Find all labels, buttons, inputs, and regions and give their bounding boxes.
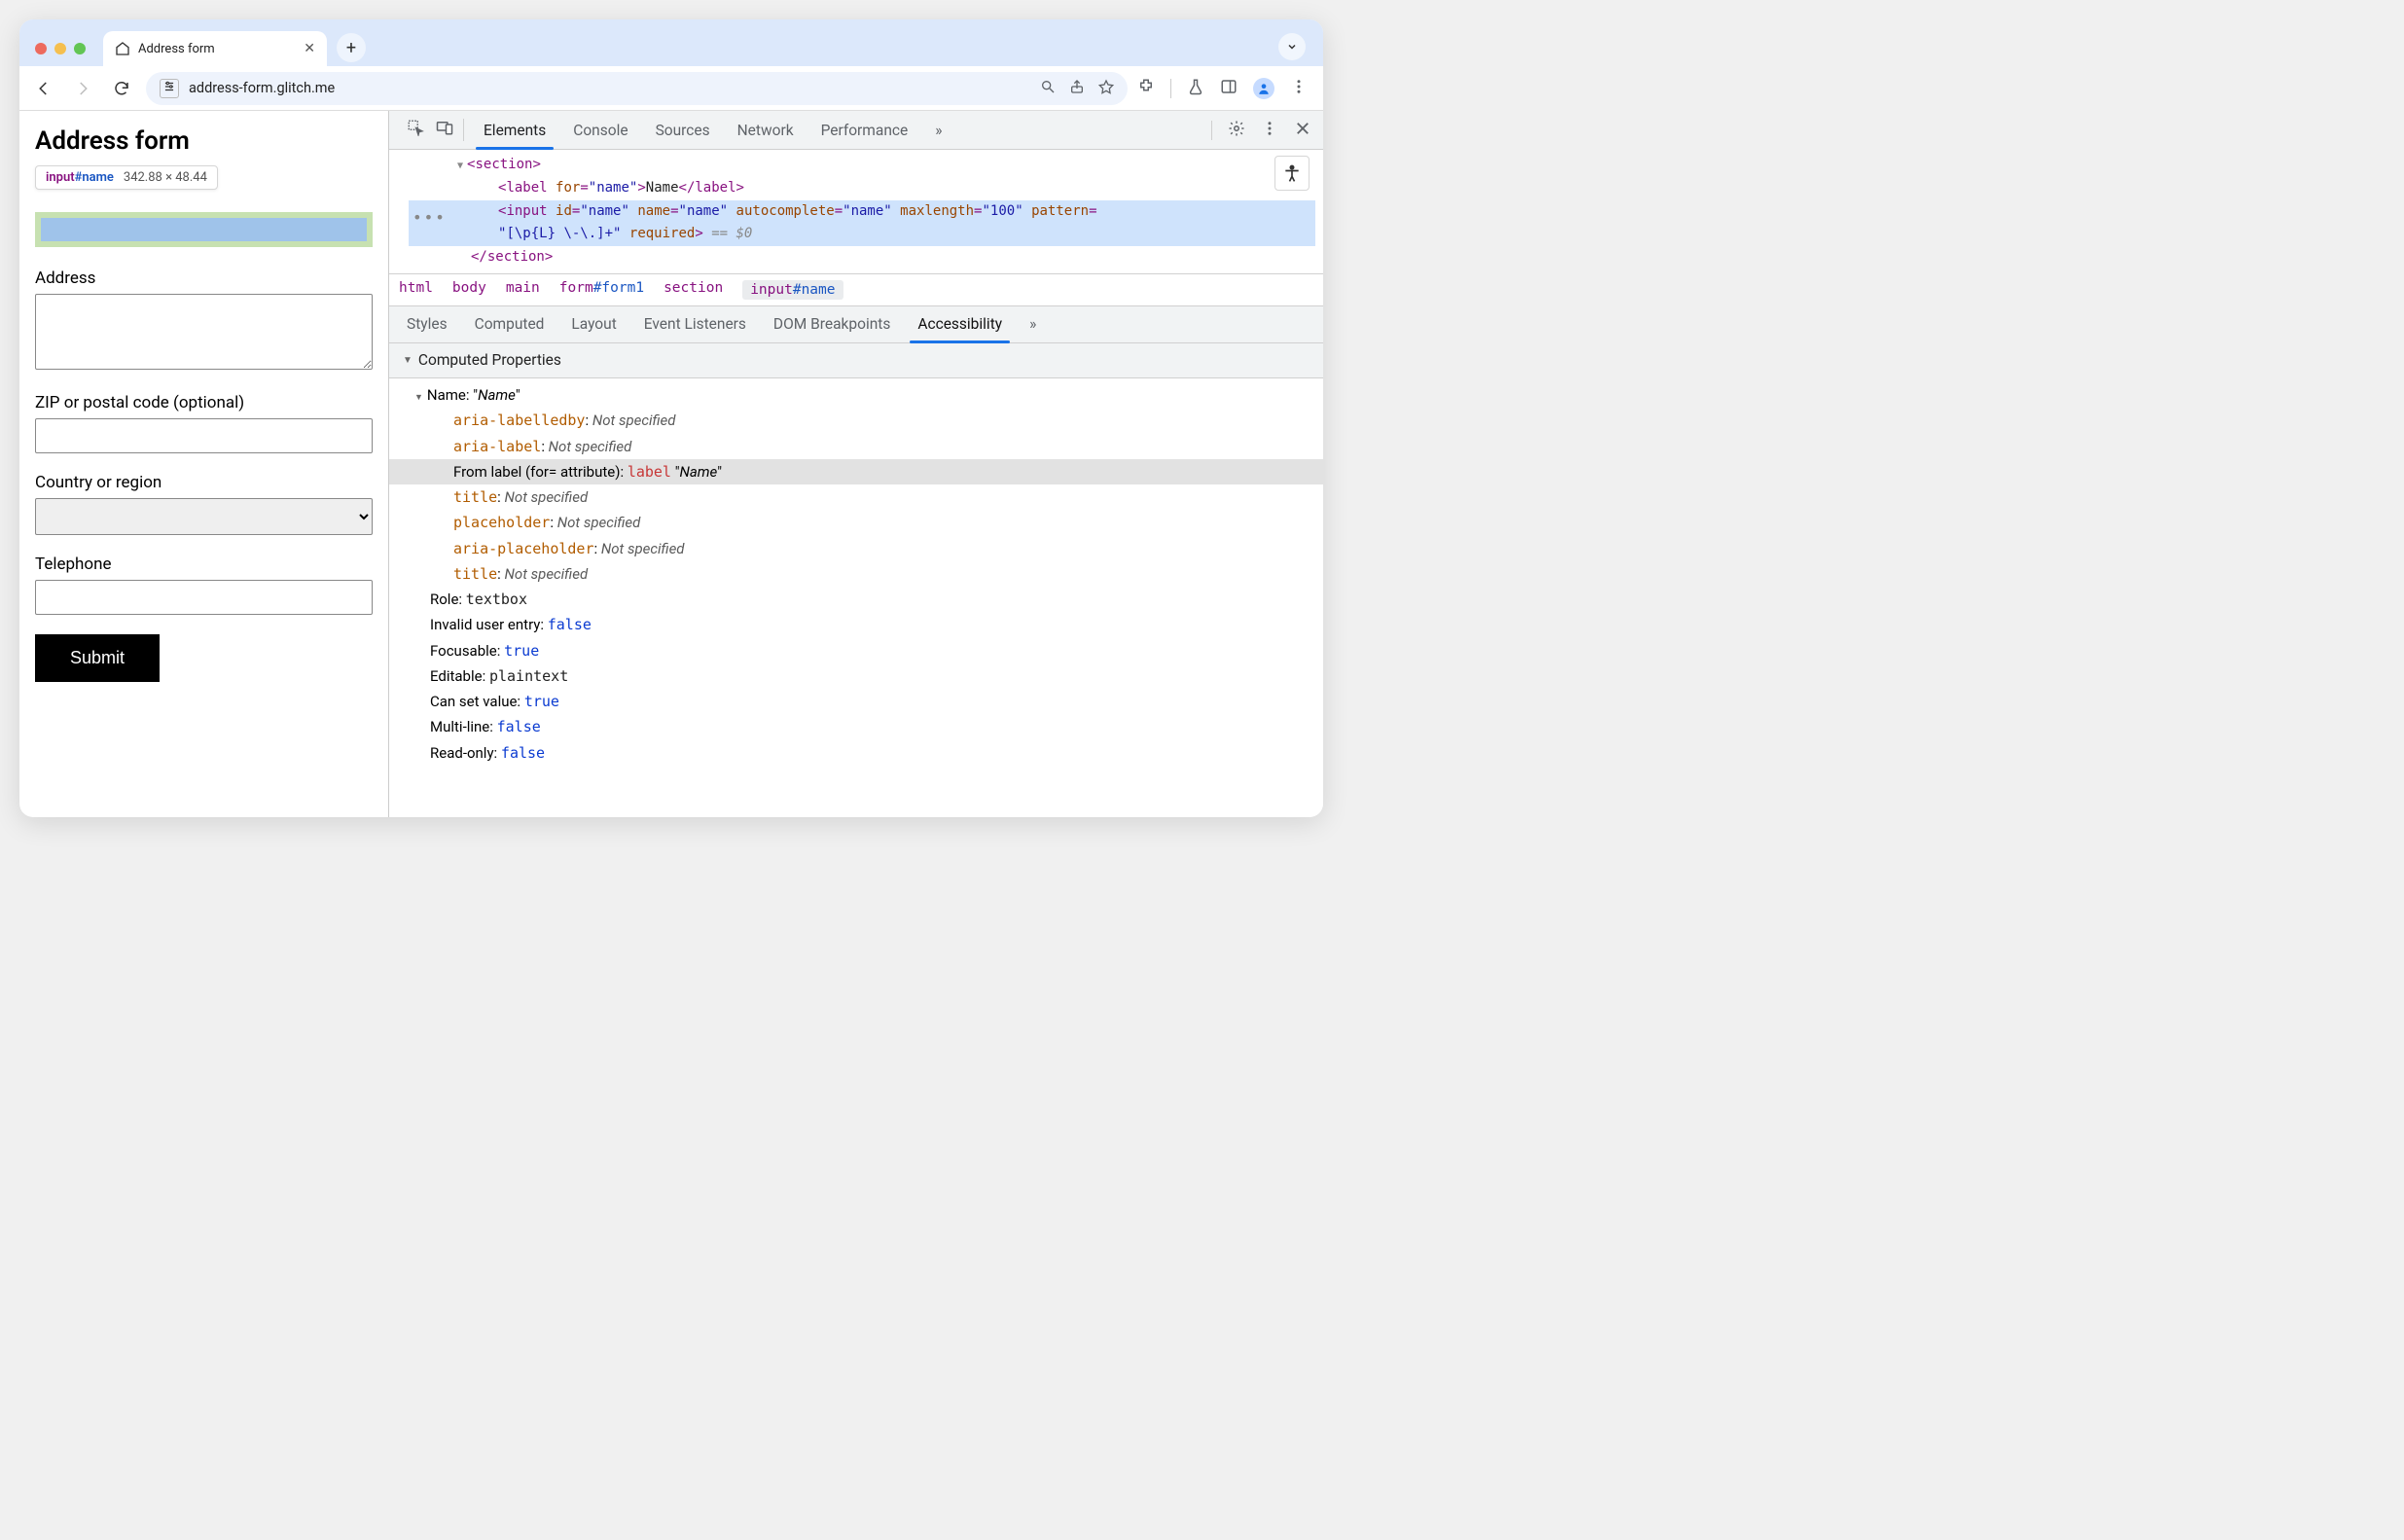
- chrome-actions: [1137, 78, 1313, 99]
- zip-label: ZIP or postal code (optional): [35, 393, 373, 412]
- computed-properties-header[interactable]: ▼ Computed Properties: [389, 343, 1323, 378]
- page-content: Address form input#name 342.88 × 48.44 A…: [19, 111, 389, 817]
- address-bar[interactable]: address-form.glitch.me: [146, 72, 1128, 105]
- tooltip-element-tag: input: [46, 170, 75, 185]
- dom-node-label[interactable]: <label for="name">Name</label>: [409, 177, 1315, 200]
- crumb-section[interactable]: section: [664, 280, 723, 300]
- dom-node-section-open[interactable]: <section>: [409, 154, 1315, 177]
- tabs-dropdown-button[interactable]: [1278, 33, 1306, 60]
- subtab-dom-breakpoints[interactable]: DOM Breakpoints: [760, 306, 904, 342]
- tab-performance[interactable]: Performance: [807, 111, 922, 149]
- a11y-role: Role: textbox: [389, 587, 1323, 612]
- tooltip-element-id: #name: [75, 170, 114, 185]
- close-window-button[interactable]: [35, 43, 47, 54]
- dom-tree[interactable]: <section> <label for="name">Name</label>…: [389, 150, 1323, 273]
- devtools-settings-icon[interactable]: [1228, 120, 1245, 141]
- accessibility-float-button[interactable]: [1274, 156, 1310, 191]
- back-button[interactable]: [29, 74, 58, 103]
- a11y-property-row: Multi-line: false: [389, 714, 1323, 739]
- a11y-property-row: Read-only: false: [389, 740, 1323, 766]
- site-settings-icon[interactable]: [160, 79, 179, 98]
- labs-icon[interactable]: [1187, 78, 1204, 99]
- address-textarea[interactable]: [35, 294, 373, 370]
- crumb-main[interactable]: main: [506, 280, 540, 300]
- page-title: Address form: [35, 126, 373, 156]
- minimize-window-button[interactable]: [54, 43, 66, 54]
- submit-button[interactable]: Submit: [35, 634, 160, 682]
- a11y-title-1: title: Not specified: [389, 484, 1323, 510]
- a11y-property-row: Can set value: true: [389, 689, 1323, 714]
- tab-title: Address form: [138, 42, 215, 56]
- profile-avatar[interactable]: [1253, 78, 1274, 99]
- bookmark-star-icon[interactable]: [1098, 79, 1114, 98]
- a11y-property-row: Focusable: true: [389, 638, 1323, 663]
- a11y-property-row: Invalid user entry: false: [389, 612, 1323, 637]
- maximize-window-button[interactable]: [74, 43, 86, 54]
- dom-node-input-selected[interactable]: ••• <input id="name" name="name" autocom…: [409, 200, 1315, 247]
- inspected-element-highlight: [35, 212, 373, 247]
- a11y-from-label: From label (for= attribute): label "Name…: [389, 459, 1323, 484]
- a11y-aria-labelledby: aria-labelledby: Not specified: [389, 408, 1323, 433]
- inspect-element-icon[interactable]: [407, 119, 424, 140]
- devtools-menu-icon[interactable]: [1261, 120, 1278, 141]
- toolbar-divider: [1211, 121, 1212, 140]
- tab-console[interactable]: Console: [559, 111, 641, 149]
- telephone-input[interactable]: [35, 580, 373, 615]
- subtab-computed[interactable]: Computed: [461, 306, 558, 342]
- new-tab-button[interactable]: +: [337, 33, 366, 62]
- a11y-title-2: title: Not specified: [389, 561, 1323, 587]
- tab-sources[interactable]: Sources: [642, 111, 724, 149]
- crumb-input[interactable]: input#name: [742, 280, 843, 300]
- telephone-label: Telephone: [35, 555, 373, 574]
- forward-button[interactable]: [68, 74, 97, 103]
- subtab-layout[interactable]: Layout: [557, 306, 629, 342]
- a11y-aria-placeholder: aria-placeholder: Not specified: [389, 536, 1323, 561]
- subtab-event-listeners[interactable]: Event Listeners: [630, 306, 760, 342]
- toolbar-divider: [1170, 79, 1171, 98]
- subtab-styles[interactable]: Styles: [393, 306, 461, 342]
- dom-node-section-close[interactable]: </section>: [409, 246, 1315, 269]
- zip-input[interactable]: [35, 418, 373, 453]
- subtab-accessibility[interactable]: Accessibility: [904, 306, 1016, 342]
- tab-elements[interactable]: Elements: [470, 111, 559, 149]
- country-label: Country or region: [35, 473, 373, 492]
- a11y-aria-label: aria-label: Not specified: [389, 434, 1323, 459]
- tab-close-icon[interactable]: ✕: [304, 41, 315, 56]
- zoom-icon[interactable]: [1040, 79, 1056, 98]
- tooltip-dimensions: 342.88 × 48.44: [124, 170, 207, 185]
- inspect-tooltip: input#name 342.88 × 48.44: [35, 165, 218, 190]
- tab-more[interactable]: »: [921, 111, 955, 149]
- device-toolbar-icon[interactable]: [436, 119, 453, 140]
- dom-breadcrumb: html body main form#form1 section input#…: [389, 273, 1323, 306]
- url-text: address-form.glitch.me: [189, 80, 335, 96]
- tab-favicon: [115, 41, 130, 56]
- tab-network[interactable]: Network: [724, 111, 807, 149]
- address-label: Address: [35, 269, 373, 288]
- a11y-property-row: Editable: plaintext: [389, 663, 1323, 689]
- name-input[interactable]: [41, 218, 367, 241]
- line-actions-icon[interactable]: •••: [413, 204, 447, 231]
- accessibility-pane: ▼ Computed Properties Name: "Name" aria-…: [389, 343, 1323, 817]
- crumb-form[interactable]: form#form1: [559, 280, 644, 300]
- chrome-menu-icon[interactable]: [1290, 78, 1308, 99]
- browser-window: Address form ✕ + address-form.glitch.me: [19, 19, 1323, 817]
- toolbar: address-form.glitch.me: [19, 66, 1323, 111]
- share-icon[interactable]: [1069, 79, 1085, 98]
- side-panel-icon[interactable]: [1220, 78, 1238, 99]
- tab-strip: Address form ✕ +: [19, 19, 1323, 66]
- window-controls: [31, 43, 93, 66]
- crumb-body[interactable]: body: [452, 280, 486, 300]
- extensions-icon[interactable]: [1137, 78, 1155, 99]
- browser-tab[interactable]: Address form ✕: [103, 31, 327, 66]
- reload-button[interactable]: [107, 74, 136, 103]
- devtools-close-icon[interactable]: [1294, 120, 1311, 141]
- subtab-more[interactable]: »: [1016, 306, 1050, 342]
- a11y-name-row: Name: "Name": [389, 382, 1323, 408]
- devtools-panel: Elements Console Sources Network Perform…: [389, 111, 1323, 817]
- devtools-subtabs: Styles Computed Layout Event Listeners D…: [389, 306, 1323, 343]
- a11y-placeholder: placeholder: Not specified: [389, 510, 1323, 535]
- country-select[interactable]: [35, 498, 373, 535]
- crumb-html[interactable]: html: [399, 280, 433, 300]
- devtools-tabs: Elements Console Sources Network Perform…: [389, 111, 1323, 150]
